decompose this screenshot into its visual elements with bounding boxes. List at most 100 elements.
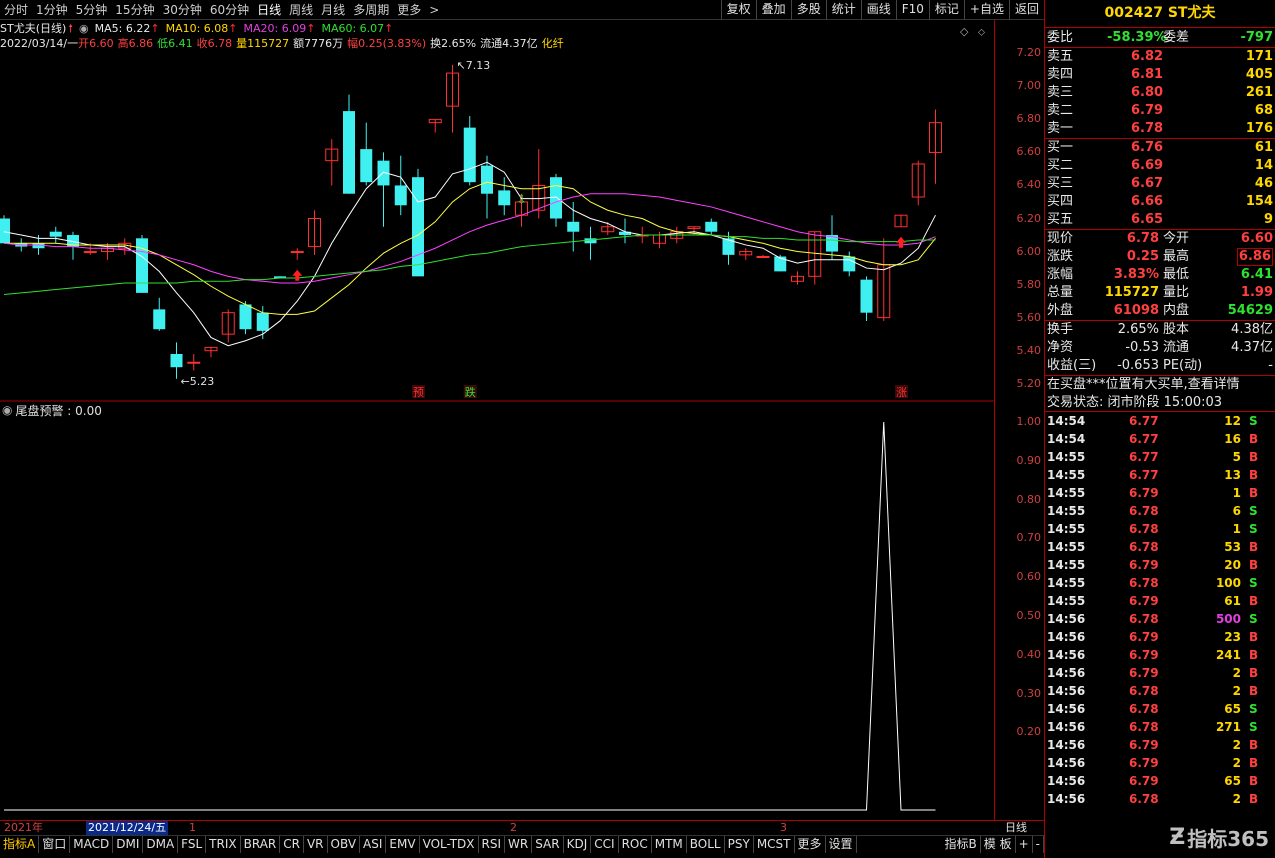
tick-price-6: 6.78 — [1129, 522, 1159, 536]
more-chevron-icon[interactable]: > — [425, 1, 443, 19]
period-tab-8[interactable]: 月线 — [317, 1, 349, 19]
stat-value-a-1: 0.25 — [1126, 249, 1159, 264]
stat-row-4: 外盘 61098 内盘 54629 — [1045, 302, 1275, 320]
kline-chart[interactable]: ↖7.13 ←5.23 ⇩ 预 跌 涨 ◇ ⬦ — [0, 20, 994, 820]
indicator-tab-18[interactable]: CCI — [591, 836, 619, 853]
tool-button-3[interactable]: 统计 — [825, 0, 861, 20]
collapse-arrow-icon[interactable]: ⬦ — [978, 27, 985, 38]
tick-volume-17: 271 — [1215, 720, 1241, 734]
tick-price-11: 6.78 — [1129, 612, 1159, 626]
tick-row-1: 14:54 6.77 16 B — [1045, 430, 1275, 448]
indicator-tab-22[interactable]: PSY — [725, 836, 754, 853]
indicator-settings-icon[interactable]: ◉ — [2, 403, 12, 417]
tick-price-2: 6.77 — [1129, 450, 1159, 464]
candle-body-28 — [481, 165, 493, 194]
period-tab-2[interactable]: 5分钟 — [72, 1, 112, 19]
candle-body-44 — [756, 256, 770, 259]
stat2-row-2: 收益(三) -0.653 PE(动) - — [1045, 357, 1275, 375]
period-tab-7[interactable]: 周线 — [285, 1, 317, 19]
tool-button-0[interactable]: 复权 — [720, 0, 756, 20]
tick-volume-9: 100 — [1215, 576, 1241, 590]
period-tab-9[interactable]: 多周期 — [349, 1, 393, 19]
tick-row-14: 14:56 6.79 2 B — [1045, 664, 1275, 682]
indicator-tab-21[interactable]: BOLL — [687, 836, 725, 853]
indicator-tab-17[interactable]: KDJ — [564, 836, 592, 853]
ask-vol-0: 171 — [1245, 49, 1273, 64]
indicator-tab-0[interactable]: 指标A — [0, 836, 40, 853]
indicator-right-tab-2[interactable]: + — [1016, 836, 1033, 853]
indicator-tab-bar: 指标A 窗口 MACD DMI DMA FSL TRIX BRAR CR VR OBV ASI EMV V… — [0, 835, 1044, 853]
indicator-tab-3[interactable]: DMI — [113, 836, 144, 853]
die-badge: 跌 — [465, 385, 476, 399]
tick-time-10: 14:55 — [1047, 594, 1086, 608]
tick-time-1: 14:54 — [1047, 432, 1086, 446]
tick-price-13: 6.79 — [1129, 648, 1159, 662]
indicator-tab-8[interactable]: CR — [280, 836, 304, 853]
tick-time-7: 14:55 — [1047, 540, 1086, 554]
indicator-right-tab-1[interactable]: 模 板 — [981, 836, 1016, 853]
tick-volume-8: 20 — [1224, 558, 1241, 572]
stat-label-b-2: 最低 — [1163, 267, 1190, 282]
indicator-tab-25[interactable]: 设置 — [826, 836, 857, 853]
indicator-right-tab-0[interactable]: 指标B — [942, 836, 981, 853]
indicator-tab-1[interactable]: 窗口 — [39, 836, 71, 853]
indicator-tab-5[interactable]: FSL — [178, 836, 207, 853]
indicator-tab-24[interactable]: 更多 — [795, 836, 826, 853]
indicator-tab-11[interactable]: ASI — [360, 836, 387, 853]
price-tick-1: 7.00 — [1016, 79, 1042, 93]
watermark-text: 指标365 — [1187, 827, 1269, 851]
weibi-row: 委比 -58.39% 委差 -797 — [1045, 28, 1275, 48]
indicator-tab-2[interactable]: MACD — [70, 836, 114, 853]
tick-side-6: S — [1249, 522, 1258, 536]
tool-button-5[interactable]: F10 — [895, 0, 929, 20]
tool-button-2[interactable]: 多股 — [790, 0, 826, 20]
tick-side-5: S — [1249, 504, 1258, 518]
period-tab-0[interactable]: 分时 — [0, 1, 32, 19]
tool-button-7[interactable]: +自选 — [963, 0, 1009, 20]
indicator-right-tab-3[interactable]: - — [1033, 836, 1044, 853]
price-tick-10: 5.20 — [1016, 376, 1042, 390]
price-tick-6: 6.00 — [1016, 244, 1042, 258]
tick-time-9: 14:55 — [1047, 576, 1086, 590]
stat2-row-0: 换手 2.65% 股本 4.38亿 — [1045, 321, 1275, 339]
indicator-tab-16[interactable]: SAR — [532, 836, 564, 853]
period-tab-3[interactable]: 15分钟 — [111, 1, 158, 19]
period-tab-4[interactable]: 30分钟 — [159, 1, 206, 19]
quote-stats-2: 换手 2.65% 股本 4.38亿 净资 -0.53 流通 4.37亿 收益(三) -0.653 P… — [1045, 321, 1275, 376]
ask-price-2: 6.80 — [1131, 85, 1164, 100]
notice-row[interactable]: 在买盘***位置有大买单,查看详情 — [1045, 376, 1275, 394]
indicator-tab-6[interactable]: TRIX — [206, 836, 241, 853]
period-tab-10[interactable]: 更多 — [393, 1, 425, 19]
indicator-tab-19[interactable]: ROC — [619, 836, 652, 853]
indicator-tab-20[interactable]: MTM — [652, 836, 687, 853]
tool-button-6[interactable]: 标记 — [928, 0, 964, 20]
stat-value-b-0: 6.60 — [1240, 231, 1273, 246]
tool-buttons: 复权 叠加 多股 统计 画线 F10 标记 +自选 返回 — [720, 0, 1044, 20]
period-tab-5[interactable]: 60分钟 — [206, 1, 253, 19]
indicator-tab-23[interactable]: MCST — [754, 836, 795, 853]
tick-list[interactable]: 14:54 6.77 12 S 14:54 6.77 16 B 14:55 6.77 5 B 14:55… — [1045, 412, 1275, 808]
indicator-tab-12[interactable]: EMV — [386, 836, 420, 853]
indicator-line — [4, 421, 936, 811]
indicator-tab-15[interactable]: WR — [505, 836, 533, 853]
collapse-diamond-icon[interactable]: ◇ — [960, 25, 969, 38]
candle-body-49 — [843, 256, 856, 272]
indicator-tab-7[interactable]: BRAR — [241, 836, 281, 853]
indicator-tab-14[interactable]: RSI — [479, 836, 506, 853]
candle-body-8 — [136, 238, 148, 293]
tool-button-8[interactable]: 返回 — [1008, 0, 1044, 20]
indicator-tab-13[interactable]: VOL-TDX — [420, 836, 479, 853]
tool-button-4[interactable]: 画线 — [860, 0, 896, 20]
period-tab-1[interactable]: 1分钟 — [32, 1, 72, 19]
annotation-layer: ↖7.13 ←5.23 ⇩ 预 跌 涨 — [181, 59, 908, 399]
tick-price-15: 6.78 — [1129, 684, 1159, 698]
indicator-tab-10[interactable]: OBV — [328, 836, 361, 853]
tick-price-17: 6.78 — [1129, 720, 1159, 734]
notice-text[interactable]: 在买盘***位置有大买单,查看详情 — [1047, 376, 1240, 394]
indicator-tab-9[interactable]: VR — [304, 836, 328, 853]
period-tab-6[interactable]: 日线 — [253, 1, 285, 19]
price-tick-7: 5.80 — [1016, 277, 1042, 291]
indicator-tab-4[interactable]: DMA — [143, 836, 179, 853]
tool-button-1[interactable]: 叠加 — [755, 0, 791, 20]
indicator-tick-4: 0.60 — [1016, 570, 1042, 584]
